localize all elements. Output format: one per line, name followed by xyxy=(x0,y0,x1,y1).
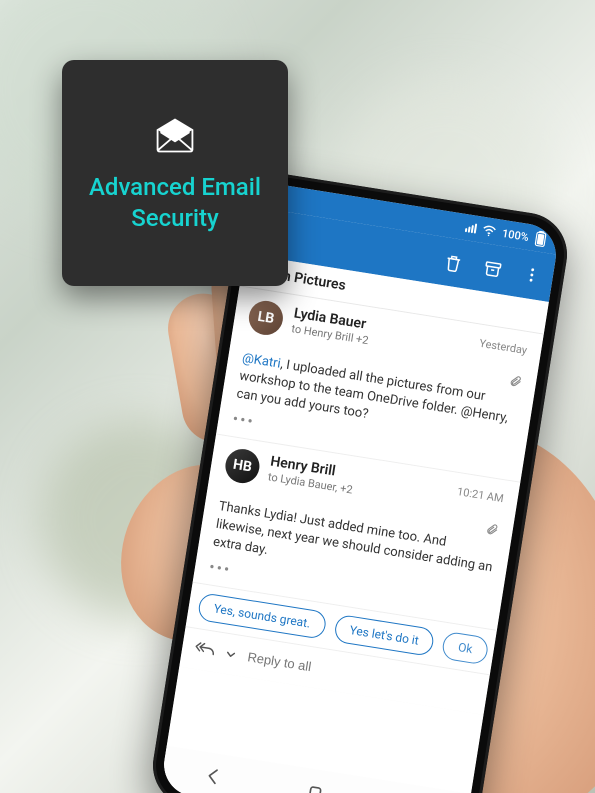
mention[interactable]: @Katri xyxy=(241,351,282,372)
reply-all-icon[interactable] xyxy=(193,639,218,662)
battery-icon xyxy=(533,230,547,248)
avatar: LB xyxy=(246,298,285,337)
nav-home-icon[interactable] xyxy=(292,770,338,793)
attachment-icon[interactable] xyxy=(484,520,500,541)
wifi-icon xyxy=(482,224,498,238)
delete-icon[interactable] xyxy=(440,250,465,275)
signal-pct: 100% xyxy=(501,226,530,243)
attachment-icon[interactable] xyxy=(507,372,523,393)
promo-title: Advanced Email Security xyxy=(80,172,270,233)
reply-dropdown-icon[interactable] xyxy=(224,644,237,664)
archive-icon[interactable] xyxy=(480,256,505,281)
suggestion-chip[interactable]: Yes let's do it xyxy=(333,613,436,656)
nav-back-icon[interactable] xyxy=(191,754,237,793)
avatar: HB xyxy=(223,446,262,485)
promo-card: Advanced Email Security xyxy=(62,60,288,286)
mail-open-icon xyxy=(152,112,198,158)
signal-icon xyxy=(465,222,477,234)
scene: 100% xyxy=(0,0,595,793)
overflow-icon[interactable] xyxy=(519,262,544,287)
suggestion-chip[interactable]: Ok xyxy=(441,631,489,666)
